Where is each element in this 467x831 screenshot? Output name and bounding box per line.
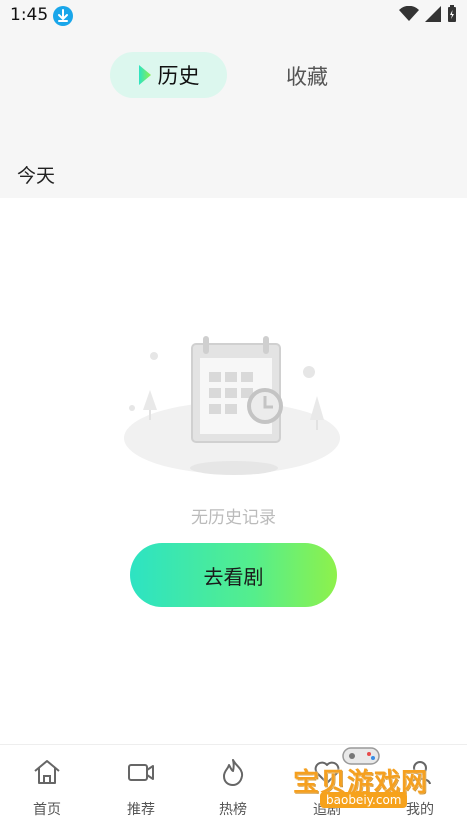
play-indicator-icon — [138, 65, 151, 85]
status-time: 1:45 — [10, 5, 49, 25]
empty-calendar-illustration — [119, 330, 345, 480]
nav-item-recommend[interactable]: 推荐 — [94, 755, 188, 819]
watermark-logo: 宝贝游戏网 baobeiy.com — [293, 747, 433, 828]
nav-item-hot[interactable]: 热榜 — [186, 755, 280, 819]
tab-bar: 历史 收藏 — [0, 52, 467, 98]
status-bar: 1:45 — [0, 0, 467, 32]
section-today-label: 今天 — [17, 165, 56, 187]
tab-favorites[interactable]: 收藏 — [286, 61, 328, 91]
flame-icon — [186, 755, 280, 789]
nav-label-recommend: 推荐 — [127, 802, 155, 818]
signal-icon — [425, 6, 441, 22]
status-icons — [399, 5, 457, 23]
watermark-url: baobeiy.com — [320, 792, 408, 808]
video-icon — [94, 755, 188, 789]
wifi-icon — [399, 6, 419, 21]
nav-label-home: 首页 — [33, 802, 61, 818]
nav-label-hot: 热榜 — [219, 802, 247, 818]
tab-history-label: 历史 — [157, 64, 200, 88]
tab-history[interactable]: 历史 — [110, 52, 227, 98]
home-icon — [0, 755, 94, 789]
battery-icon — [448, 5, 456, 22]
nav-item-home[interactable]: 首页 — [0, 755, 94, 819]
go-watch-button[interactable]: 去看剧 — [130, 543, 337, 607]
download-icon — [53, 6, 73, 26]
empty-state-message: 无历史记录 — [191, 508, 276, 528]
